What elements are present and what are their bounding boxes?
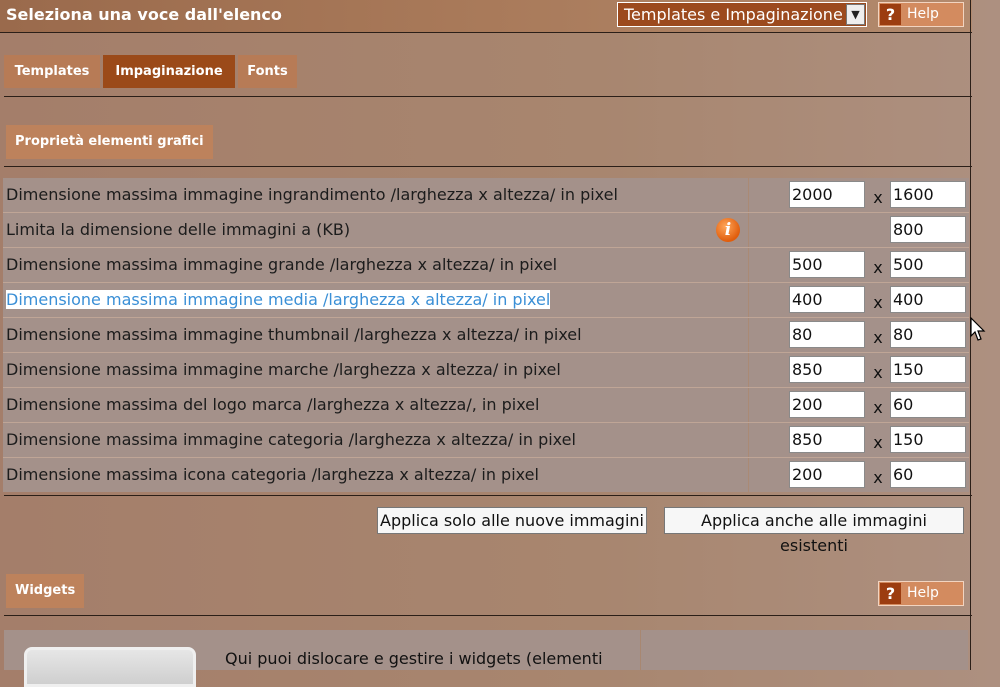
row-values: 500 x 500 <box>749 248 969 282</box>
divider <box>4 495 972 496</box>
width-input[interactable]: 80 <box>789 321 865 348</box>
height-input[interactable]: 400 <box>890 286 966 313</box>
widget-preview-image <box>24 647 196 687</box>
help-label: Help <box>907 585 939 601</box>
tab-templates[interactable]: Templates <box>4 55 100 88</box>
row-values: 200 x 60 <box>749 458 969 492</box>
row-label: Dimensione massima immagine thumbnail /l… <box>3 318 748 352</box>
table-row: Dimensione massima immagine marche /larg… <box>3 353 969 388</box>
help-icon: ? <box>880 583 901 604</box>
table-row: Dimensione massima immagine ingrandiment… <box>3 178 969 213</box>
width-input[interactable]: 200 <box>789 391 865 418</box>
table-row: Dimensione massima immagine media /largh… <box>3 283 969 318</box>
tab-impaginazione[interactable]: Impaginazione <box>103 55 235 88</box>
table-row: Dimensione massima immagine categoria /l… <box>3 423 969 458</box>
row-label: Dimensione massima icona categoria /larg… <box>3 458 748 492</box>
row-label: Dimensione massima immagine ingrandiment… <box>3 178 748 212</box>
height-input[interactable]: 60 <box>890 461 966 488</box>
top-bar: Seleziona una voce dall'elenco Templates… <box>0 0 972 33</box>
row-values: 400 x 400 <box>749 283 969 317</box>
row-label: Limita la dimensione delle immagini a (K… <box>3 213 748 247</box>
tab-label: Fonts <box>247 64 288 79</box>
tab-fonts[interactable]: Fonts <box>238 55 297 88</box>
help-label: Help <box>907 6 939 22</box>
tab-label: Templates <box>14 64 90 79</box>
divider <box>4 96 972 97</box>
width-input[interactable]: 850 <box>789 356 865 383</box>
width-input[interactable]: 2000 <box>789 181 865 208</box>
row-label: Dimensione massima del logo marca /largh… <box>3 388 748 422</box>
row-label-highlighted: Dimensione massima immagine media /largh… <box>3 283 748 317</box>
table-row: Limita la dimensione delle immagini a (K… <box>3 213 969 248</box>
highlighted-label-text: Dimensione massima immagine media /largh… <box>6 290 551 309</box>
row-values: 800 <box>749 213 969 247</box>
section-header-widgets: Widgets <box>6 574 85 608</box>
row-label: Dimensione massima immagine grande /larg… <box>3 248 748 282</box>
row-values: 200 x 60 <box>749 388 969 422</box>
height-input[interactable]: 500 <box>890 251 966 278</box>
help-icon: ? <box>880 4 901 25</box>
apply-new-images-button[interactable]: Applica solo alle nuove immagini <box>377 507 647 534</box>
widgets-description: Qui puoi dislocare e gestire i widgets (… <box>225 649 603 668</box>
height-input[interactable]: 150 <box>890 356 966 383</box>
width-input[interactable]: 500 <box>789 251 865 278</box>
row-values: 2000 x 1600 <box>749 178 969 212</box>
widgets-panel-right <box>641 630 968 670</box>
mouse-cursor-icon <box>970 317 986 341</box>
page-title: Seleziona una voce dall'elenco <box>6 5 282 24</box>
height-input[interactable]: 80 <box>890 321 966 348</box>
size-kb-input[interactable]: 800 <box>890 216 966 243</box>
info-icon[interactable]: i <box>716 218 740 242</box>
table-row: Dimensione massima immagine grande /larg… <box>3 248 969 283</box>
height-input[interactable]: 60 <box>890 391 966 418</box>
divider <box>4 166 972 167</box>
table-row: Dimensione massima immagine thumbnail /l… <box>3 318 969 353</box>
apply-existing-images-button[interactable]: Applica anche alle immagini esistenti <box>664 507 964 555</box>
width-input[interactable]: 200 <box>789 461 865 488</box>
widgets-help-button[interactable]: ? Help <box>878 581 964 606</box>
row-values: 80 x 80 <box>749 318 969 352</box>
divider <box>4 615 972 616</box>
row-label: Dimensione massima immagine marche /larg… <box>3 353 748 387</box>
section-header-graphics: Proprietà elementi grafici <box>6 125 213 159</box>
width-input[interactable]: 400 <box>789 286 865 313</box>
row-values: 850 x 150 <box>749 353 969 387</box>
help-button[interactable]: ? Help <box>878 2 964 27</box>
row-label: Dimensione massima immagine categoria /l… <box>3 423 748 457</box>
height-input[interactable]: 1600 <box>890 181 966 208</box>
section-select-value: Templates e Impaginazione <box>624 5 843 24</box>
width-input[interactable]: 850 <box>789 426 865 453</box>
row-values: 850 x 150 <box>749 423 969 457</box>
times-separator: x <box>873 468 883 487</box>
widgets-panel: Qui puoi dislocare e gestire i widgets (… <box>4 630 640 687</box>
chevron-down-icon[interactable]: ▼ <box>846 4 865 25</box>
section-select[interactable]: Templates e Impaginazione ▼ <box>617 2 867 27</box>
tab-label: Impaginazione <box>115 64 223 79</box>
height-input[interactable]: 150 <box>890 426 966 453</box>
table-row: Dimensione massima icona categoria /larg… <box>3 458 969 492</box>
table-row: Dimensione massima del logo marca /largh… <box>3 388 969 423</box>
